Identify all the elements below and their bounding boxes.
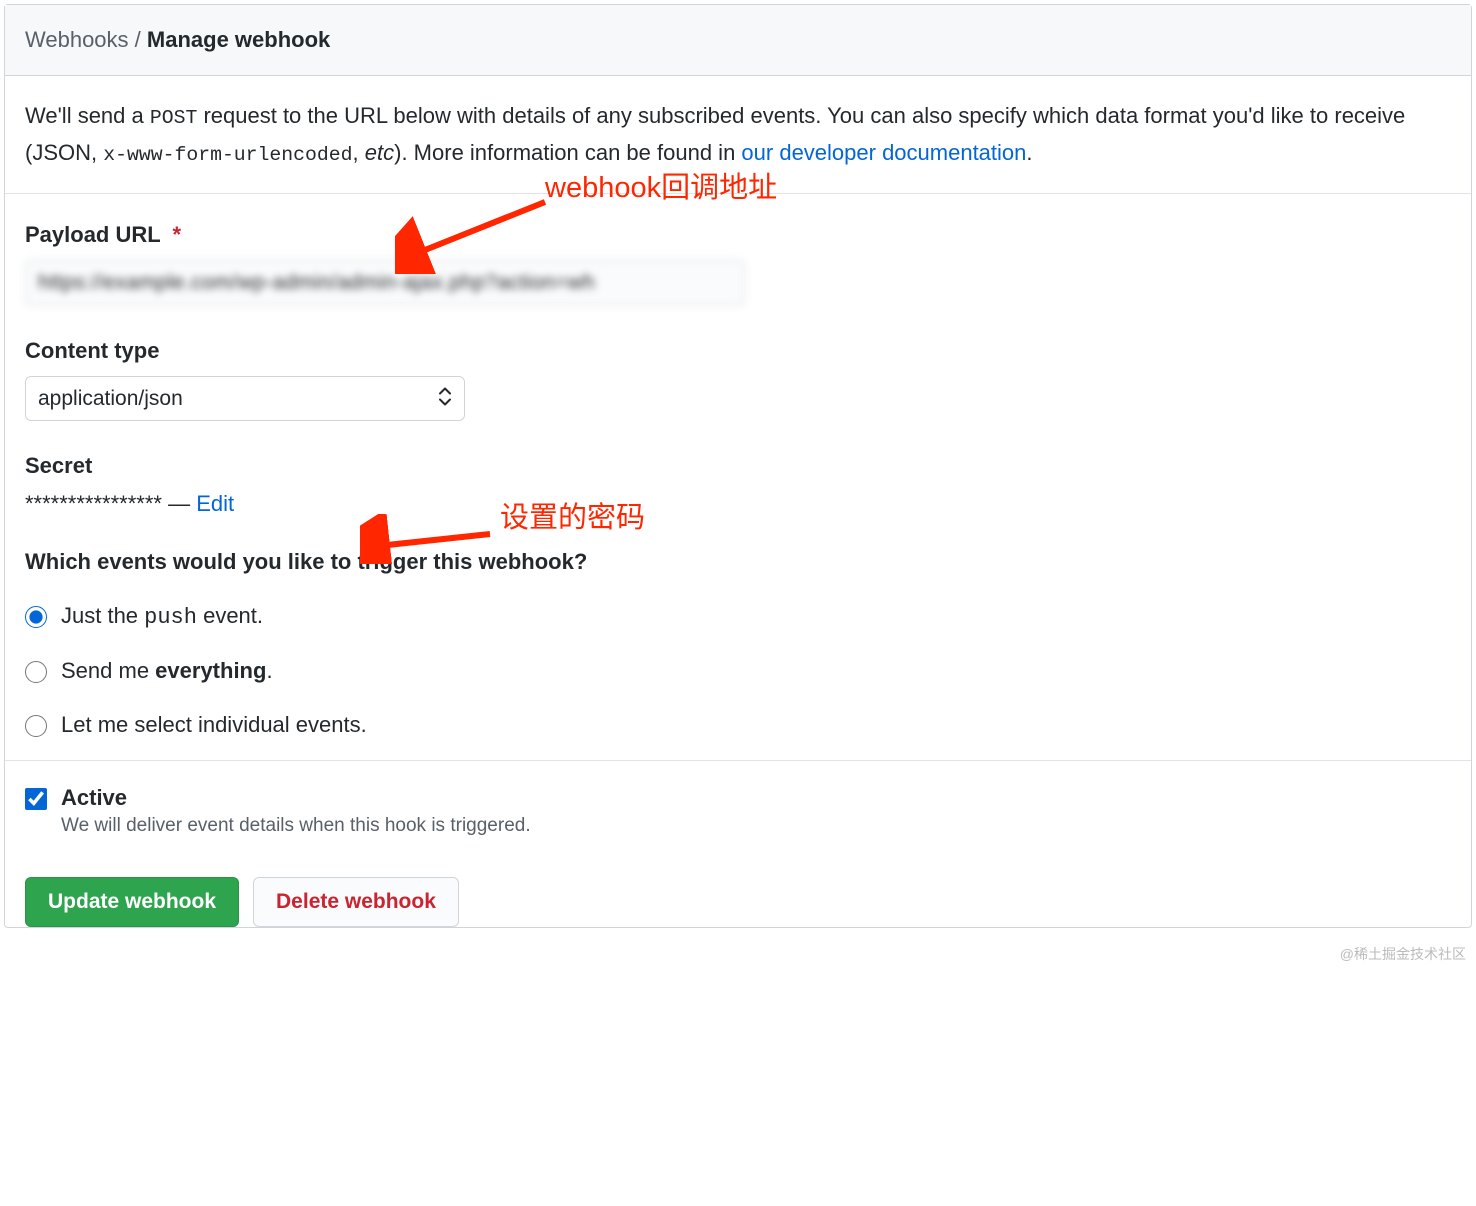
radio-individual[interactable] (25, 715, 47, 737)
secret-group: Secret **************** — Edit (25, 453, 1451, 517)
breadcrumb-current: Manage webhook (147, 27, 330, 52)
active-description: We will deliver event details when this … (61, 815, 531, 837)
format-code: x-www-form-urlencoded (103, 144, 352, 166)
secret-edit-link[interactable]: Edit (196, 491, 234, 516)
radio-everything[interactable] (25, 661, 47, 683)
watermark: @稀土掘金技术社区 (1340, 944, 1466, 964)
button-row: Update webhook Delete webhook (5, 857, 1471, 927)
breadcrumb: Webhooks / Manage webhook (5, 5, 1471, 76)
active-section: Active We will deliver event details whe… (5, 761, 1471, 857)
docs-link[interactable]: our developer documentation (741, 140, 1026, 165)
webhook-panel: Webhooks / Manage webhook We'll send a P… (4, 4, 1472, 928)
event-option-everything[interactable]: Send me everything. (25, 658, 1451, 684)
event-option-push[interactable]: Just the push event. (25, 603, 1451, 630)
content-type-group: Content type application/json (25, 338, 1451, 421)
payload-url-group: Payload URL * (25, 222, 1451, 306)
update-webhook-button[interactable]: Update webhook (25, 877, 239, 927)
event-option-individual[interactable]: Let me select individual events. (25, 712, 1451, 738)
radio-push[interactable] (25, 606, 47, 628)
webhook-description: We'll send a POST request to the URL bel… (5, 76, 1471, 194)
breadcrumb-separator: / (129, 27, 147, 52)
method-code: POST (150, 107, 197, 129)
payload-url-label: Payload URL * (25, 222, 1451, 248)
active-checkbox[interactable] (25, 788, 47, 810)
content-type-select[interactable]: application/json (25, 376, 465, 421)
breadcrumb-parent-link[interactable]: Webhooks (25, 27, 129, 52)
required-mark: * (173, 222, 182, 247)
events-heading: Which events would you like to trigger t… (25, 549, 1451, 575)
delete-webhook-button[interactable]: Delete webhook (253, 877, 459, 927)
secret-masked: **************** (25, 491, 162, 516)
active-label: Active (61, 785, 531, 811)
secret-label: Secret (25, 453, 1451, 479)
payload-url-input[interactable] (25, 260, 745, 306)
events-group: Which events would you like to trigger t… (25, 549, 1451, 738)
content-type-label: Content type (25, 338, 1451, 364)
form-section: Payload URL * Content type application/j… (5, 194, 1471, 761)
